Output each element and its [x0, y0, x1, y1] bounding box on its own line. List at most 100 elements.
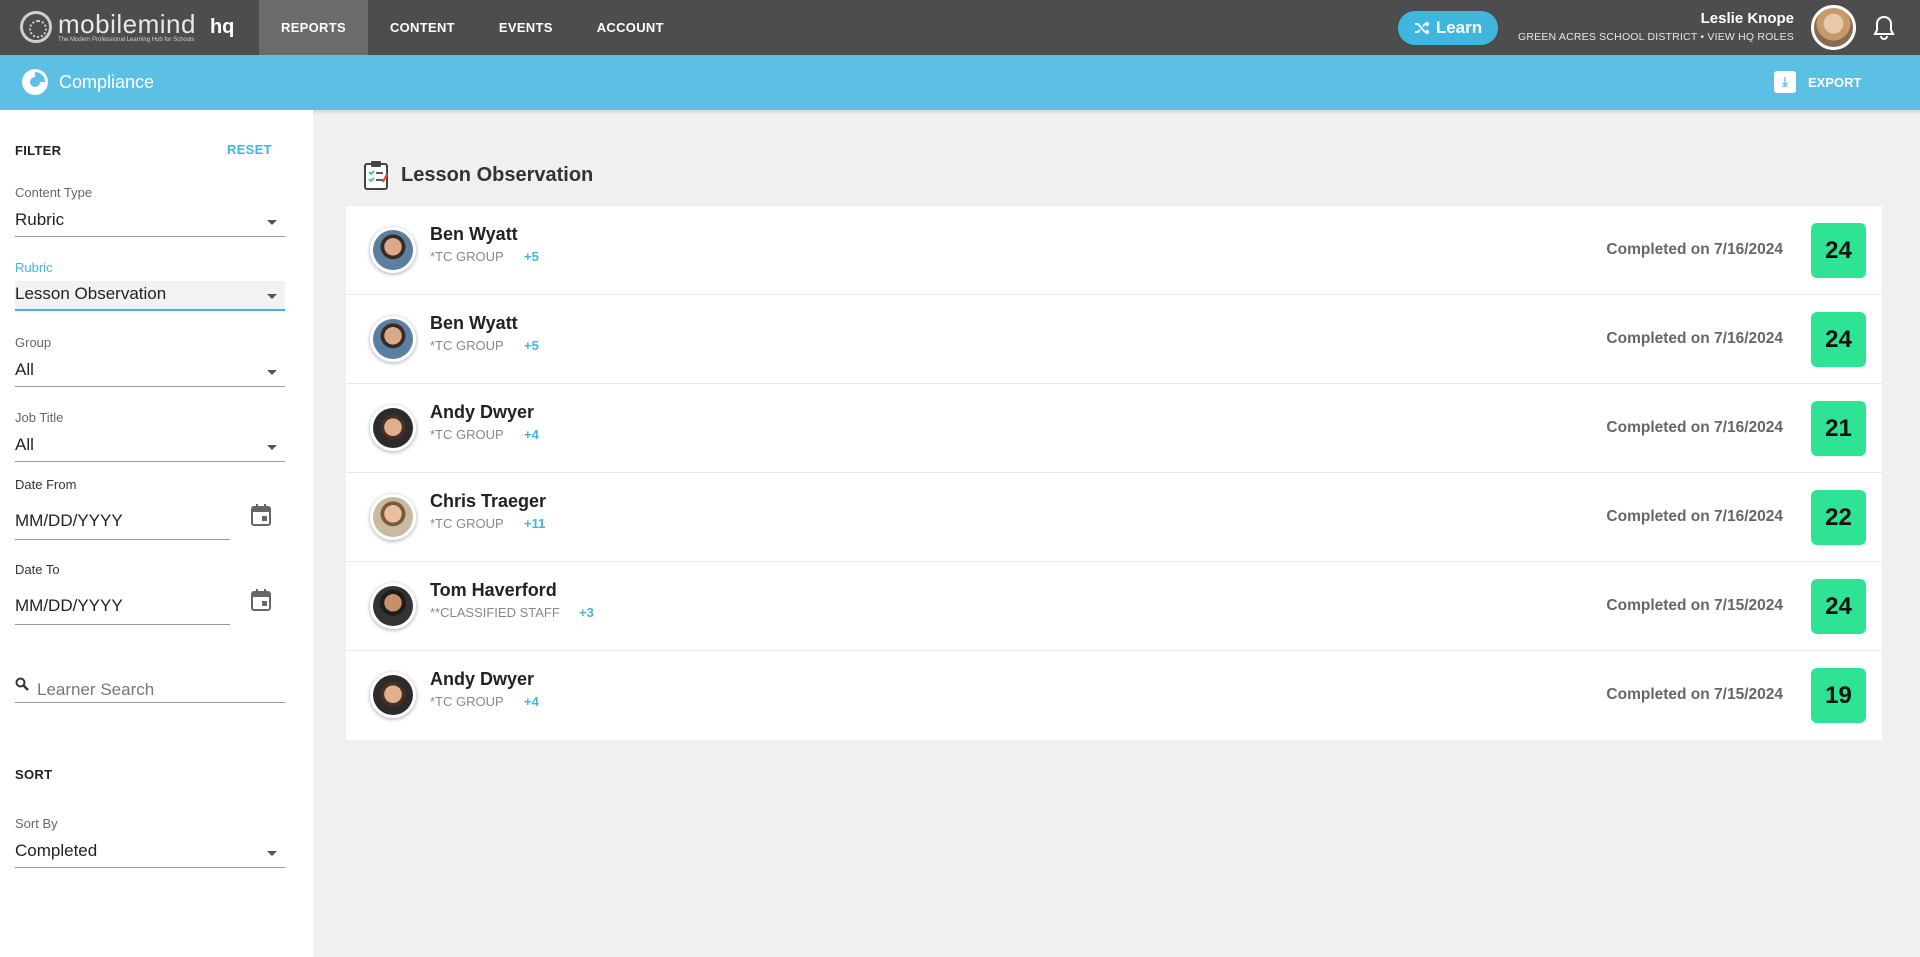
extra-groups-badge[interactable]: +4	[524, 694, 539, 709]
learner-group: *TC GROUP	[430, 427, 504, 442]
list-item[interactable]: Chris Traeger *TC GROUP +11 Completed on…	[346, 473, 1882, 562]
nav-account[interactable]: ACCOUNT	[575, 0, 686, 55]
logo-hq: hq	[209, 15, 235, 38]
pie-chart-icon	[22, 69, 48, 95]
list-item[interactable]: Ben Wyatt *TC GROUP +5 Completed on 7/16…	[346, 295, 1882, 384]
group-select[interactable]: All	[15, 357, 285, 387]
user-info: Leslie Knope GREEN ACRES SCHOOL DISTRICT…	[1518, 10, 1794, 43]
score-badge: 21	[1811, 401, 1866, 456]
extra-groups-badge[interactable]: +3	[579, 605, 594, 620]
learn-button[interactable]: Learn	[1398, 11, 1498, 45]
section-header: Lesson Observation	[363, 160, 593, 190]
shuffle-icon	[1414, 21, 1430, 35]
avatar	[370, 494, 416, 540]
score-badge: 19	[1811, 668, 1866, 723]
date-from-input[interactable]: MM/DD/YYYY	[15, 498, 230, 540]
job-title-select[interactable]: All	[15, 432, 285, 462]
learner-name: Ben Wyatt	[430, 313, 518, 333]
avatar	[370, 583, 416, 629]
score-badge: 24	[1811, 579, 1866, 634]
chevron-down-icon	[267, 851, 277, 856]
sort-by-value: Completed	[15, 841, 98, 860]
job-title-value: All	[15, 435, 34, 454]
rubric-label: Rubric	[15, 260, 53, 275]
logo-wordmark: mobilemind	[58, 8, 196, 39]
sort-title: SORT	[15, 767, 53, 782]
content-type-select[interactable]: Rubric	[15, 207, 285, 237]
logo-tagline: The Modern Professional Learning Hub for…	[58, 36, 195, 43]
date-to-label: Date To	[15, 562, 60, 577]
completed-date: Completed on 7/16/2024	[1606, 241, 1783, 258]
sort-by-select[interactable]: Completed	[15, 838, 285, 868]
title-bar: Compliance ⤓ EXPORT	[0, 55, 1920, 110]
learner-search-input[interactable]: Learner Search	[37, 680, 154, 700]
main-nav: REPORTS CONTENT EVENTS ACCOUNT	[259, 0, 686, 55]
group-value: All	[15, 360, 34, 379]
reset-button[interactable]: RESET	[227, 142, 272, 157]
export-button[interactable]: ⤓ EXPORT	[1774, 71, 1861, 93]
user-avatar[interactable]	[1811, 5, 1856, 50]
extra-groups-badge[interactable]: +5	[524, 249, 539, 264]
learner-group: *TC GROUP	[430, 249, 504, 264]
learner-name: Chris Traeger	[430, 491, 547, 511]
learner-name: Andy Dwyer	[430, 402, 535, 422]
score-badge: 22	[1811, 490, 1866, 545]
learner-name: Andy Dwyer	[430, 669, 535, 689]
nav-reports[interactable]: REPORTS	[259, 0, 368, 55]
avatar	[370, 227, 416, 273]
top-nav: mobilemind The Modern Professional Learn…	[0, 0, 1920, 55]
chevron-down-icon	[267, 370, 277, 375]
learner-name: Ben Wyatt	[430, 224, 518, 244]
list-item[interactable]: Andy Dwyer *TC GROUP +4 Completed on 7/1…	[346, 651, 1882, 740]
learner-group: **CLASSIFIED STAFF	[430, 605, 560, 620]
chevron-down-icon	[267, 445, 277, 450]
avatar	[370, 672, 416, 718]
completed-date: Completed on 7/16/2024	[1606, 508, 1783, 525]
list-item[interactable]: Tom Haverford **CLASSIFIED STAFF +3 Comp…	[346, 562, 1882, 651]
export-label: EXPORT	[1808, 74, 1862, 90]
logo[interactable]: mobilemind The Modern Professional Learn…	[20, 10, 234, 44]
content-type-label: Content Type	[15, 185, 93, 200]
score-badge: 24	[1811, 312, 1866, 367]
filter-title: FILTER	[15, 143, 62, 158]
list-item[interactable]: Andy Dwyer *TC GROUP +4 Completed on 7/1…	[346, 384, 1882, 473]
sort-by-label: Sort By	[15, 816, 58, 831]
list-item[interactable]: Ben Wyatt *TC GROUP +5 Completed on 7/16…	[346, 206, 1882, 295]
learner-group: *TC GROUP	[430, 694, 504, 709]
nav-events[interactable]: EVENTS	[477, 0, 575, 55]
completed-date: Completed on 7/16/2024	[1606, 330, 1783, 347]
completed-date: Completed on 7/15/2024	[1606, 686, 1783, 703]
completed-date: Completed on 7/16/2024	[1606, 419, 1783, 436]
user-district[interactable]: GREEN ACRES SCHOOL DISTRICT • VIEW HQ RO…	[1518, 31, 1794, 43]
learn-button-label: Learn	[1435, 18, 1483, 37]
date-to-input[interactable]: MM/DD/YYYY	[15, 583, 230, 625]
group-label: Group	[15, 335, 52, 350]
nav-content[interactable]: CONTENT	[368, 0, 477, 55]
learner-name: Tom Haverford	[430, 580, 557, 600]
learner-group: *TC GROUP	[430, 338, 504, 353]
bell-icon[interactable]	[1872, 15, 1896, 41]
calendar-icon[interactable]	[251, 589, 271, 611]
search-icon	[15, 677, 29, 691]
completed-date: Completed on 7/15/2024	[1606, 597, 1783, 614]
page-title: Compliance	[59, 72, 155, 92]
logo-icon	[20, 11, 52, 43]
extra-groups-badge[interactable]: +11	[524, 516, 545, 531]
avatar	[370, 316, 416, 362]
learner-group: *TC GROUP	[430, 516, 504, 531]
rubric-value: Lesson Observation	[15, 284, 167, 303]
content-type-value: Rubric	[15, 210, 65, 229]
filter-sidebar: FILTER RESET Content Type Rubric Rubric …	[0, 110, 313, 957]
extra-groups-badge[interactable]: +4	[524, 427, 539, 442]
rubric-select[interactable]: Lesson Observation	[15, 281, 285, 311]
extra-groups-badge[interactable]: +5	[524, 338, 539, 353]
download-icon: ⤓	[1774, 71, 1796, 93]
calendar-icon[interactable]	[251, 504, 271, 526]
score-badge: 24	[1811, 223, 1866, 278]
chevron-down-icon	[267, 220, 277, 225]
learner-search[interactable]: Learner Search	[15, 673, 285, 703]
avatar	[370, 405, 416, 451]
clipboard-icon	[364, 161, 388, 190]
compliance-list: Ben Wyatt *TC GROUP +5 Completed on 7/16…	[346, 206, 1882, 740]
date-from-label: Date From	[15, 477, 77, 492]
